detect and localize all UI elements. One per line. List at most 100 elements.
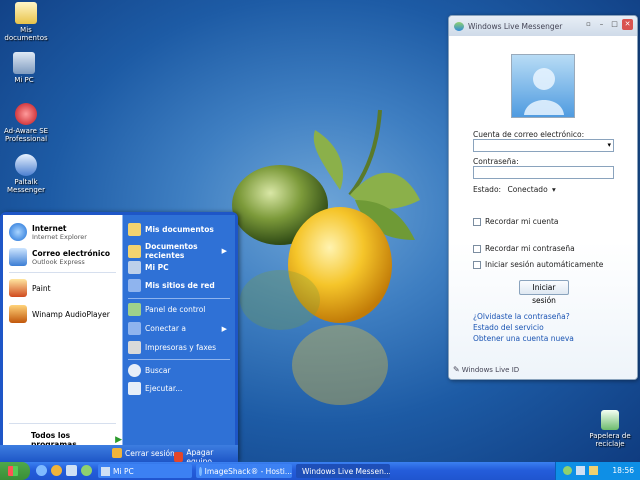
submenu-arrow-icon: ▶ — [221, 247, 227, 255]
desktop-icon-papelera[interactable]: Papelera de reciclaje — [583, 410, 637, 448]
item-subtitle: Internet Explorer — [32, 232, 87, 241]
recycle-bin-icon — [601, 410, 619, 430]
taskbar: Mi PC ImageShack® - Hosti... Windows Liv… — [0, 462, 640, 480]
minimize-icon[interactable]: – — [596, 19, 607, 30]
password-field[interactable] — [473, 166, 614, 179]
desktop-icon-label: Mi PC — [14, 76, 34, 84]
browser-icon — [199, 466, 202, 476]
messenger-logo-icon — [454, 21, 464, 31]
green-arrow-icon: ▶ — [115, 435, 122, 445]
checkbox-box — [473, 260, 481, 269]
display-picture[interactable] — [511, 54, 575, 118]
desktop-icon-label: Paltalk Messenger — [6, 178, 45, 194]
computer-icon — [13, 52, 35, 74]
checkbox-label: Recordar mi cuenta — [485, 217, 559, 226]
remember-account-checkbox[interactable]: Recordar mi cuenta — [473, 217, 559, 226]
taskbar-button-mi-pc[interactable]: Mi PC — [98, 464, 192, 478]
item-title: Internet — [32, 223, 67, 233]
start-menu-footer: Cerrar sesión Apagar equipo — [0, 445, 238, 462]
quick-launch — [36, 465, 92, 476]
taskbar-button-imageshack[interactable]: ImageShack® - Hosti... — [196, 464, 292, 478]
control-panel-icon — [128, 303, 141, 316]
item-label: Mi PC — [145, 263, 169, 272]
status-row[interactable]: Estado: Conectado ▾ — [473, 185, 556, 194]
taskbar-button-messenger[interactable]: Windows Live Messen... — [296, 464, 390, 478]
start-place-mis-documentos[interactable]: Mis documentos — [128, 223, 214, 236]
divider — [128, 359, 230, 360]
start-place-impresoras[interactable]: Impresoras y faxes — [128, 341, 216, 354]
window-controls: ▫ – □ ✕ — [583, 19, 633, 30]
item-label: Buscar — [145, 366, 171, 375]
desktop-icon-paltalk[interactable]: Paltalk Messenger — [0, 154, 52, 194]
item-title: Correo electrónico — [32, 248, 111, 258]
desktop-icon-mis-documentos[interactable]: Mis documentos — [0, 2, 52, 42]
desktop: Mis documentos Mi PC Ad-Aware SE Profess… — [0, 0, 640, 462]
winamp-icon — [9, 305, 27, 323]
tray-messenger-icon[interactable] — [563, 466, 572, 475]
menu-icon[interactable]: ▫ — [583, 19, 594, 30]
start-button[interactable] — [0, 462, 30, 480]
start-place-conectar-a[interactable]: Conectar a ▶ — [128, 322, 233, 335]
start-item-email[interactable]: Correo electrónico Outlook Express — [9, 248, 110, 266]
remember-password-checkbox[interactable]: Recordar mi contraseña — [473, 244, 575, 253]
start-menu-programs-panel: Internet Internet Explorer Correo electró… — [3, 215, 122, 449]
footer-label: Windows Live ID — [461, 365, 520, 374]
close-icon[interactable]: ✕ — [622, 19, 633, 30]
search-icon — [128, 364, 141, 377]
auto-signin-checkbox[interactable]: Iniciar sesión automáticamente — [473, 260, 603, 269]
show-desktop-icon[interactable] — [66, 465, 77, 476]
clock[interactable]: 18:56 — [612, 466, 634, 475]
paint-icon — [9, 279, 27, 297]
connect-icon — [128, 322, 141, 335]
desktop-icon-label: Mis documentos — [4, 26, 48, 42]
status-label: Estado: — [473, 185, 502, 194]
tray-volume-icon[interactable] — [589, 466, 598, 475]
start-place-panel-de-control[interactable]: Panel de control — [128, 303, 205, 316]
checkbox-box — [473, 217, 481, 226]
item-label: Impresoras y faxes — [145, 343, 217, 352]
windows-logo-icon — [8, 466, 18, 476]
internet-explorer-icon[interactable] — [36, 465, 47, 476]
email-field[interactable]: ▾ — [473, 139, 614, 152]
shutdown-button[interactable]: Apagar equipo — [174, 448, 238, 462]
item-title: Winamp AudioPlayer — [32, 309, 110, 319]
start-item-internet[interactable]: Internet Internet Explorer — [9, 223, 87, 241]
messenger-window: Windows Live Messenger ▫ – □ ✕ Cuenta de… — [448, 15, 638, 380]
desktop-icon-ad-aware[interactable]: Ad-Aware SE Professional — [0, 103, 52, 143]
dropdown-arrow-icon[interactable]: ▾ — [607, 141, 611, 149]
run-icon — [128, 382, 141, 395]
email-label: Cuenta de correo electrónico: — [473, 130, 585, 139]
desktop-icon-mi-pc[interactable]: Mi PC — [0, 52, 50, 84]
outlook-express-icon — [9, 248, 27, 266]
media-player-icon[interactable] — [51, 465, 62, 476]
logoff-button[interactable]: Cerrar sesión — [112, 448, 175, 458]
user-avatar-icon — [524, 68, 564, 115]
messenger-quick-icon[interactable] — [81, 465, 92, 476]
computer-icon — [101, 466, 110, 476]
signin-label: Iniciar sesión — [532, 283, 556, 305]
start-place-buscar[interactable]: Buscar — [128, 364, 171, 377]
signin-button[interactable]: Iniciar sesión — [519, 280, 569, 305]
service-status-link[interactable]: Estado del servicio — [473, 323, 544, 332]
taskbar-button-label: Windows Live Messen... — [302, 466, 390, 476]
internet-explorer-icon — [9, 223, 27, 241]
start-place-mis-sitios-de-red[interactable]: Mis sitios de red — [128, 279, 215, 292]
start-place-ejecutar[interactable]: Ejecutar... — [128, 382, 182, 395]
item-label: Mis sitios de red — [145, 281, 215, 290]
start-item-paint[interactable]: Paint — [9, 279, 51, 297]
logoff-icon — [112, 448, 122, 458]
password-label: Contraseña: — [473, 157, 519, 166]
messenger-body: Cuenta de correo electrónico: ▾ Contrase… — [449, 36, 637, 379]
shutdown-label: Apagar equipo — [186, 448, 214, 462]
forgot-password-link[interactable]: ¿Olvidaste la contraseña? — [473, 312, 570, 321]
checkbox-box — [473, 244, 481, 253]
start-place-mi-pc[interactable]: Mi PC — [128, 261, 169, 274]
maximize-icon[interactable]: □ — [609, 19, 620, 30]
start-item-winamp[interactable]: Winamp AudioPlayer — [9, 305, 110, 323]
tray-network-icon[interactable] — [576, 466, 585, 475]
documents-folder-icon — [15, 2, 37, 24]
power-icon — [174, 452, 184, 462]
new-account-link[interactable]: Obtener una cuenta nueva — [473, 334, 574, 343]
logoff-label: Cerrar sesión — [125, 448, 175, 458]
start-place-documentos-recientes[interactable]: Documentos recientes ▶ — [128, 242, 233, 260]
